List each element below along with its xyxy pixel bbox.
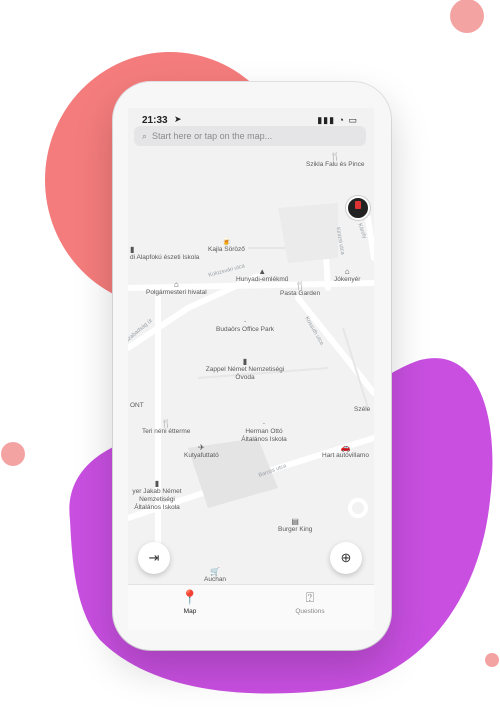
map-poi[interactable]: 🍴 Teri néni étterme <box>142 420 190 436</box>
compass-icon[interactable] <box>346 196 370 220</box>
map-poi[interactable]: ▮ di Alapfokú észeti Iskola <box>130 246 199 262</box>
dot-icon: · <box>262 419 266 428</box>
map-poi[interactable]: ▮ Zappel Német Nemzetiségi Óvoda <box>200 358 290 382</box>
dog-icon: ✈ <box>198 443 205 452</box>
dot-icon: · <box>243 317 247 326</box>
monument-icon: ▲ <box>258 267 267 276</box>
status-time: 21:33 <box>142 115 168 126</box>
map-poi[interactable]: Széle <box>354 406 370 414</box>
location-arrow-icon: ➤ <box>174 114 182 124</box>
townhall-icon: ⌂ <box>173 280 179 289</box>
tab-questions-label: Questions <box>295 608 325 615</box>
app-screen: 21:33 ➤ ▮▮▮ ◔ ▭ ⌕ Start here or tap on t… <box>128 108 374 630</box>
search-icon: ⌕ <box>142 130 148 141</box>
bar-icon: 🍺 <box>221 237 232 246</box>
question-icon: ⍰ <box>305 589 315 605</box>
restaurant-icon: 🍴 <box>161 419 172 428</box>
logout-icon: ⇥ <box>148 550 160 565</box>
map-poi[interactable]: ⌂ Jókenyér <box>334 268 360 284</box>
school-icon: ▮ <box>154 479 160 488</box>
car-icon: 🚗 <box>340 443 351 452</box>
locate-me-button[interactable]: ⊕ <box>330 542 362 574</box>
map-poi[interactable]: ▤ Burger King <box>278 518 312 534</box>
search-bar[interactable]: ⌕ Start here or tap on the map... <box>134 126 366 146</box>
school-icon: ▮ <box>242 357 248 366</box>
map-pin-icon: 📍 <box>181 589 199 605</box>
exit-button[interactable]: ⇥ <box>138 542 170 574</box>
map-poi[interactable]: ⌂ Polgármesteri hivatal <box>146 281 207 297</box>
restaurant-icon: 🍴 <box>295 281 306 290</box>
bakery-icon: ⌂ <box>344 267 350 276</box>
map-poi[interactable]: · Budaörs Office Park <box>216 318 274 334</box>
map-poi[interactable]: 🍺 Kajla Söröző <box>208 238 245 254</box>
map-poi[interactable]: · Herman Ottó Általános Iskola <box>236 420 292 444</box>
map-poi[interactable]: ▮ yer Jakab Német Nemzetiségi Általános I… <box>128 480 188 512</box>
tab-map-label: Map <box>183 608 197 615</box>
search-placeholder: Start here or tap on the map... <box>152 131 273 141</box>
cart-icon: 🛒 <box>210 567 220 576</box>
tab-map[interactable]: 📍 Map <box>150 589 230 615</box>
map-poi[interactable]: 🛒 Auchan <box>204 568 226 584</box>
bottom-tab-bar: 📍 Map ⍰ Questions <box>128 584 374 630</box>
map-poi[interactable]: 🍴 Szikla Falu és Pince <box>306 153 365 169</box>
signal-wifi-battery-icons: ▮▮▮ ◔ ▭ <box>317 115 358 125</box>
map-poi[interactable]: 🍴 Pasta Garden <box>280 282 320 298</box>
map-poi[interactable]: 🚗 Hart autóvillamo <box>322 444 369 460</box>
fastfood-icon: ▤ <box>291 517 299 526</box>
map-poi[interactable]: ✈ Kutyafuttató <box>184 444 219 460</box>
school-icon: ▮ <box>130 245 135 254</box>
map-view[interactable]: Kolozsvári utca Szabadság út Kossuth utc… <box>128 148 374 584</box>
map-poi[interactable]: ONT <box>130 402 144 410</box>
tab-questions[interactable]: ⍰ Questions <box>270 589 350 615</box>
crosshair-icon: ⊕ <box>340 550 352 565</box>
restaurant-icon: 🍴 <box>330 152 341 161</box>
